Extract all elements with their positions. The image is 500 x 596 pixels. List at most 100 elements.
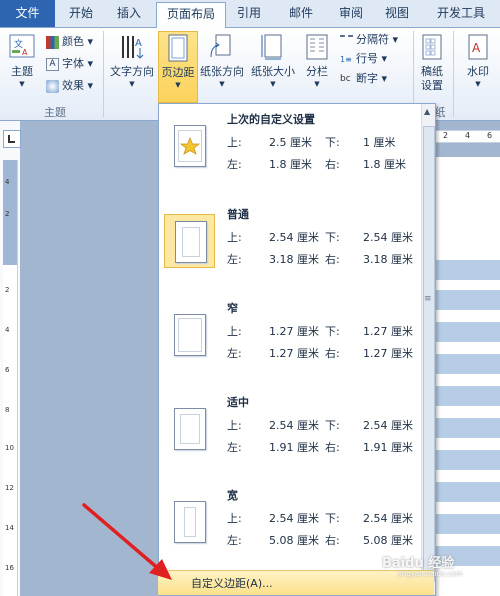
- theme-fonts-button[interactable]: A 字体 ▾: [46, 54, 93, 74]
- watermark-icon: A: [464, 33, 492, 61]
- page-thumbnail-icon: [174, 314, 206, 356]
- tab-developer[interactable]: 开发工具: [428, 2, 494, 25]
- tab-review[interactable]: 审阅: [330, 2, 372, 25]
- columns-label: 分栏: [306, 65, 328, 78]
- left-label: 左:: [227, 347, 242, 360]
- table-row: [436, 322, 500, 342]
- ruler-number: 4: [5, 326, 10, 334]
- top-label: 上:: [227, 136, 242, 149]
- hyphenation-button[interactable]: bc 断字 ▾: [340, 69, 387, 89]
- page-thumbnail-icon: [174, 125, 206, 167]
- top-value: 2.54 厘米: [269, 512, 319, 525]
- themes-label: 主题: [11, 65, 33, 78]
- watermark-label: 水印: [467, 65, 489, 78]
- watermark-button[interactable]: A 水印 ▼: [458, 31, 498, 101]
- hyphenation-icon: bc: [340, 73, 351, 84]
- theme-colors-button[interactable]: 颜色 ▾: [46, 32, 93, 52]
- ruler-number: 10: [5, 444, 14, 452]
- ruler-number: 16: [5, 564, 14, 572]
- breaks-button[interactable]: 分隔符 ▾: [340, 30, 398, 50]
- tab-references[interactable]: 引用: [228, 2, 270, 25]
- tab-mailings[interactable]: 邮件: [280, 2, 322, 25]
- margin-option-title: 宽: [227, 489, 238, 502]
- bottom-value: 2.54 厘米: [363, 419, 413, 432]
- group-separator: [453, 31, 454, 117]
- tab-page-layout[interactable]: 页面布局: [156, 2, 226, 28]
- chevron-down-icon: ▼: [314, 80, 320, 88]
- right-label: 右:: [325, 347, 340, 360]
- scroll-up-icon[interactable]: ▲: [424, 107, 430, 116]
- margin-option-moderate[interactable]: 适中 上: 2.54 厘米 下: 2.54 厘米 左: 1.91 厘米 右: 1.91 厘米: [161, 387, 419, 479]
- page-thumbnail-icon: [174, 501, 206, 543]
- margin-preview: [164, 214, 215, 268]
- left-value: 5.08 厘米: [269, 534, 319, 547]
- text-direction-button[interactable]: A 文字方向 ▼: [108, 31, 156, 101]
- left-label: 左:: [227, 534, 242, 547]
- text-direction-label: 文字方向: [110, 65, 154, 78]
- dropdown-scrollbar[interactable]: ▲ ≡: [421, 104, 435, 595]
- ruler-number: 2: [5, 210, 10, 218]
- bottom-value: 1 厘米: [363, 136, 396, 149]
- themes-icon: 文A: [8, 33, 36, 61]
- tab-insert[interactable]: 插入: [108, 2, 150, 25]
- ruler-number: 12: [5, 484, 14, 492]
- top-value: 2.5 厘米: [269, 136, 312, 149]
- right-label: 右:: [325, 253, 340, 266]
- bottom-label: 下:: [325, 136, 340, 149]
- vertical-ruler[interactable]: 4 2 2 4 6 8 10 12 14 16: [3, 160, 18, 596]
- effects-icon: [46, 79, 59, 93]
- ruler-number: 2: [443, 131, 449, 140]
- margins-button[interactable]: 页边距 ▼: [158, 31, 198, 103]
- group-label-themes: 主题: [44, 106, 66, 119]
- scrollbar-thumb[interactable]: [423, 126, 435, 582]
- left-value: 1.91 厘米: [269, 441, 319, 454]
- manuscript-setup-button[interactable]: 稿纸 设置: [416, 31, 448, 101]
- horizontal-ruler[interactable]: 2 4 6: [434, 130, 500, 143]
- theme-effects-button[interactable]: 效果 ▾: [46, 76, 93, 96]
- margin-option-title: 上次的自定义设置: [227, 113, 315, 126]
- tab-view[interactable]: 视图: [376, 2, 418, 25]
- tab-file[interactable]: 文件: [0, 0, 55, 27]
- margin-option-narrow[interactable]: 窄 上: 1.27 厘米 下: 1.27 厘米 左: 1.27 厘米 右: 1.27 厘米: [161, 293, 419, 385]
- page-thumbnail-icon: [174, 408, 206, 450]
- custom-margins-menu-item[interactable]: 自定义边距(A)...: [158, 570, 434, 595]
- right-label: 右:: [325, 158, 340, 171]
- group-separator: [103, 31, 104, 117]
- ruler-number: 6: [487, 131, 493, 140]
- table-row: [436, 260, 500, 280]
- page-size-icon: [259, 33, 287, 61]
- page-size-label: 纸张大小: [251, 65, 295, 78]
- right-value: 1.27 厘米: [363, 347, 413, 360]
- right-value: 1.91 厘米: [363, 441, 413, 454]
- left-value: 3.18 厘米: [269, 253, 319, 266]
- margin-option-wide[interactable]: 宽 上: 2.54 厘米 下: 2.54 厘米 左: 5.08 厘米 右: 5.08 厘米: [161, 480, 419, 572]
- colors-icon: [46, 35, 59, 49]
- line-numbers-button[interactable]: 1≡ 行号 ▾: [340, 49, 387, 69]
- tab-selector[interactable]: [3, 130, 21, 148]
- margin-option-normal[interactable]: 普通 上: 2.54 厘米 下: 2.54 厘米 左: 3.18 厘米 右: 3.18 厘米: [161, 199, 419, 291]
- margin-option-title: 窄: [227, 302, 238, 315]
- baidu-watermark-url: jingyan.baidu.com: [398, 570, 463, 578]
- top-value: 2.54 厘米: [269, 419, 319, 432]
- columns-button[interactable]: 分栏 ▼: [300, 31, 334, 101]
- margins-dropdown: ▲ ≡ 上次的自定义设置 上: 2.5 厘米 下: 1 厘米 左: 1.8 厘米 右: 1.…: [158, 103, 436, 596]
- right-value: 3.18 厘米: [363, 253, 413, 266]
- table-row: [436, 418, 500, 438]
- margin-preview: [164, 495, 213, 547]
- margin-option-title: 普通: [227, 208, 249, 221]
- page-size-button[interactable]: 纸张大小 ▼: [248, 31, 298, 101]
- margin-option-last-custom[interactable]: 上次的自定义设置 上: 2.5 厘米 下: 1 厘米 左: 1.8 厘米 右: 1.8 厘米: [161, 104, 419, 196]
- orientation-button[interactable]: 纸张方向 ▼: [198, 31, 246, 101]
- top-label: 上:: [227, 512, 242, 525]
- breaks-icon: [340, 35, 353, 45]
- ruler-number: 2: [5, 286, 10, 294]
- themes-button[interactable]: 文A 主题 ▼: [4, 31, 40, 101]
- bottom-value: 2.54 厘米: [363, 231, 413, 244]
- ruler-number: 14: [5, 524, 14, 532]
- chevron-down-icon: ▼: [270, 80, 276, 88]
- ruler-number: 4: [465, 131, 471, 140]
- tab-home[interactable]: 开始: [60, 2, 102, 25]
- bottom-label: 下:: [325, 231, 340, 244]
- ribbon-tab-bar: 文件 开始 插入 页面布局 引用 邮件 审阅 视图 开发工具: [0, 0, 500, 28]
- right-label: 右:: [325, 441, 340, 454]
